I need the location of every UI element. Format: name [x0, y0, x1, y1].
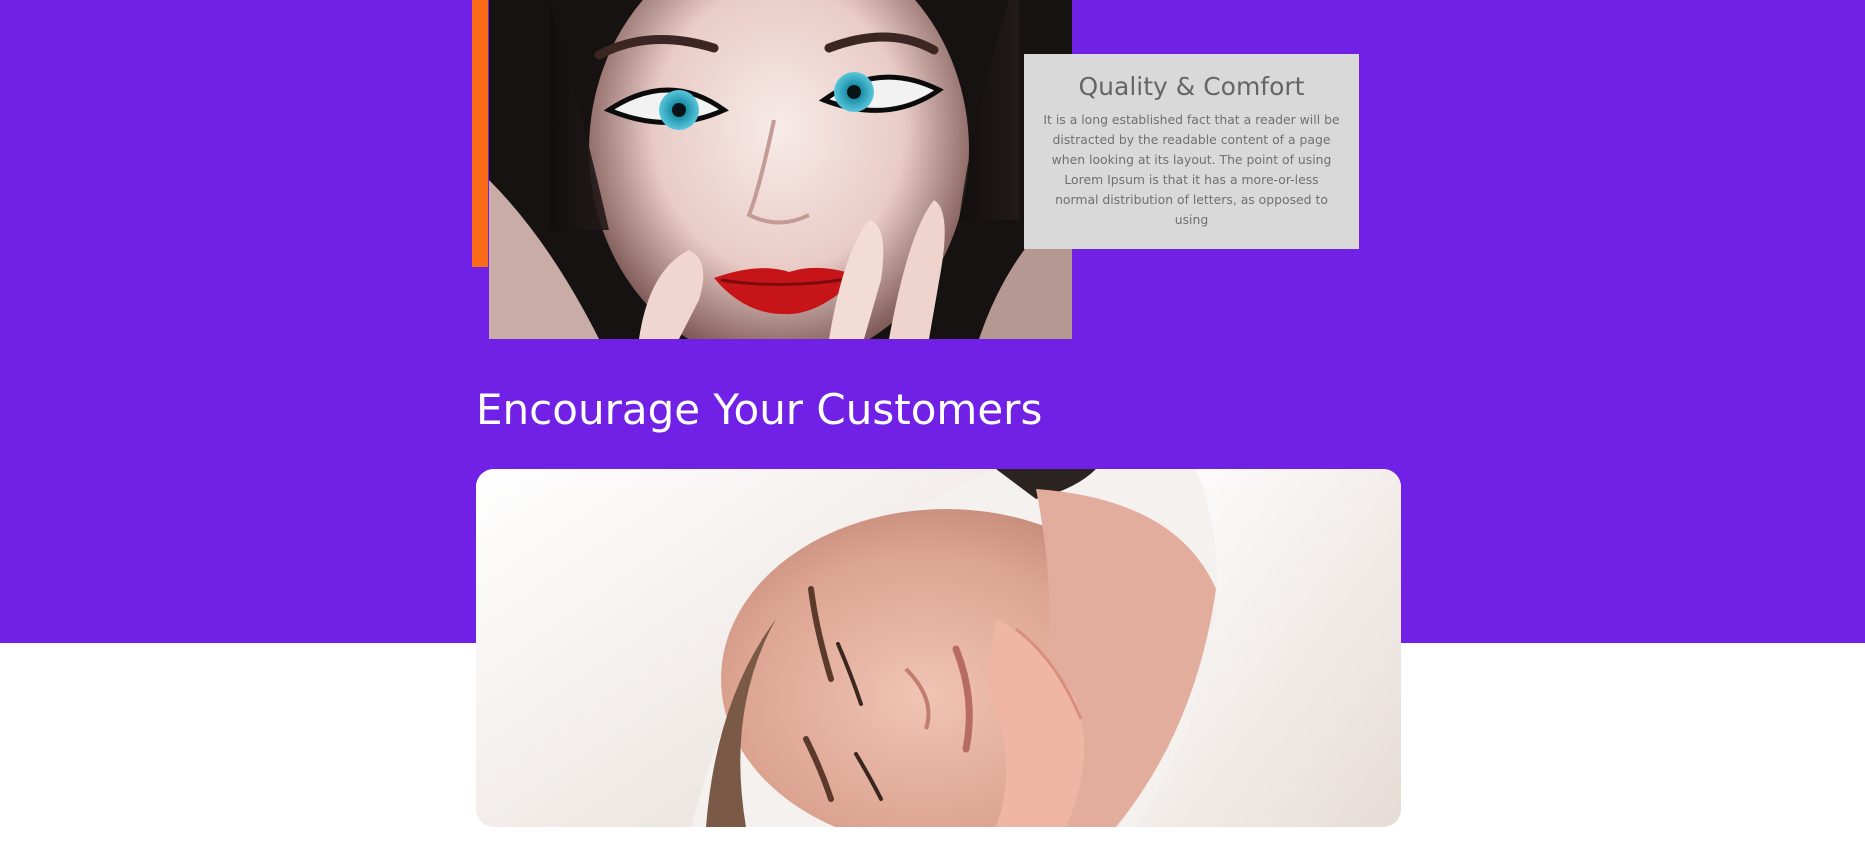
section-heading: Encourage Your Customers	[476, 385, 1043, 434]
portrait-image	[489, 0, 1072, 339]
accent-bar	[472, 0, 488, 267]
quality-card: Quality & Comfort It is a long establish…	[1024, 54, 1359, 249]
quality-body: It is a long established fact that a rea…	[1043, 112, 1340, 227]
quality-title: Quality & Comfort	[1078, 72, 1305, 101]
spa-image	[476, 469, 1401, 827]
